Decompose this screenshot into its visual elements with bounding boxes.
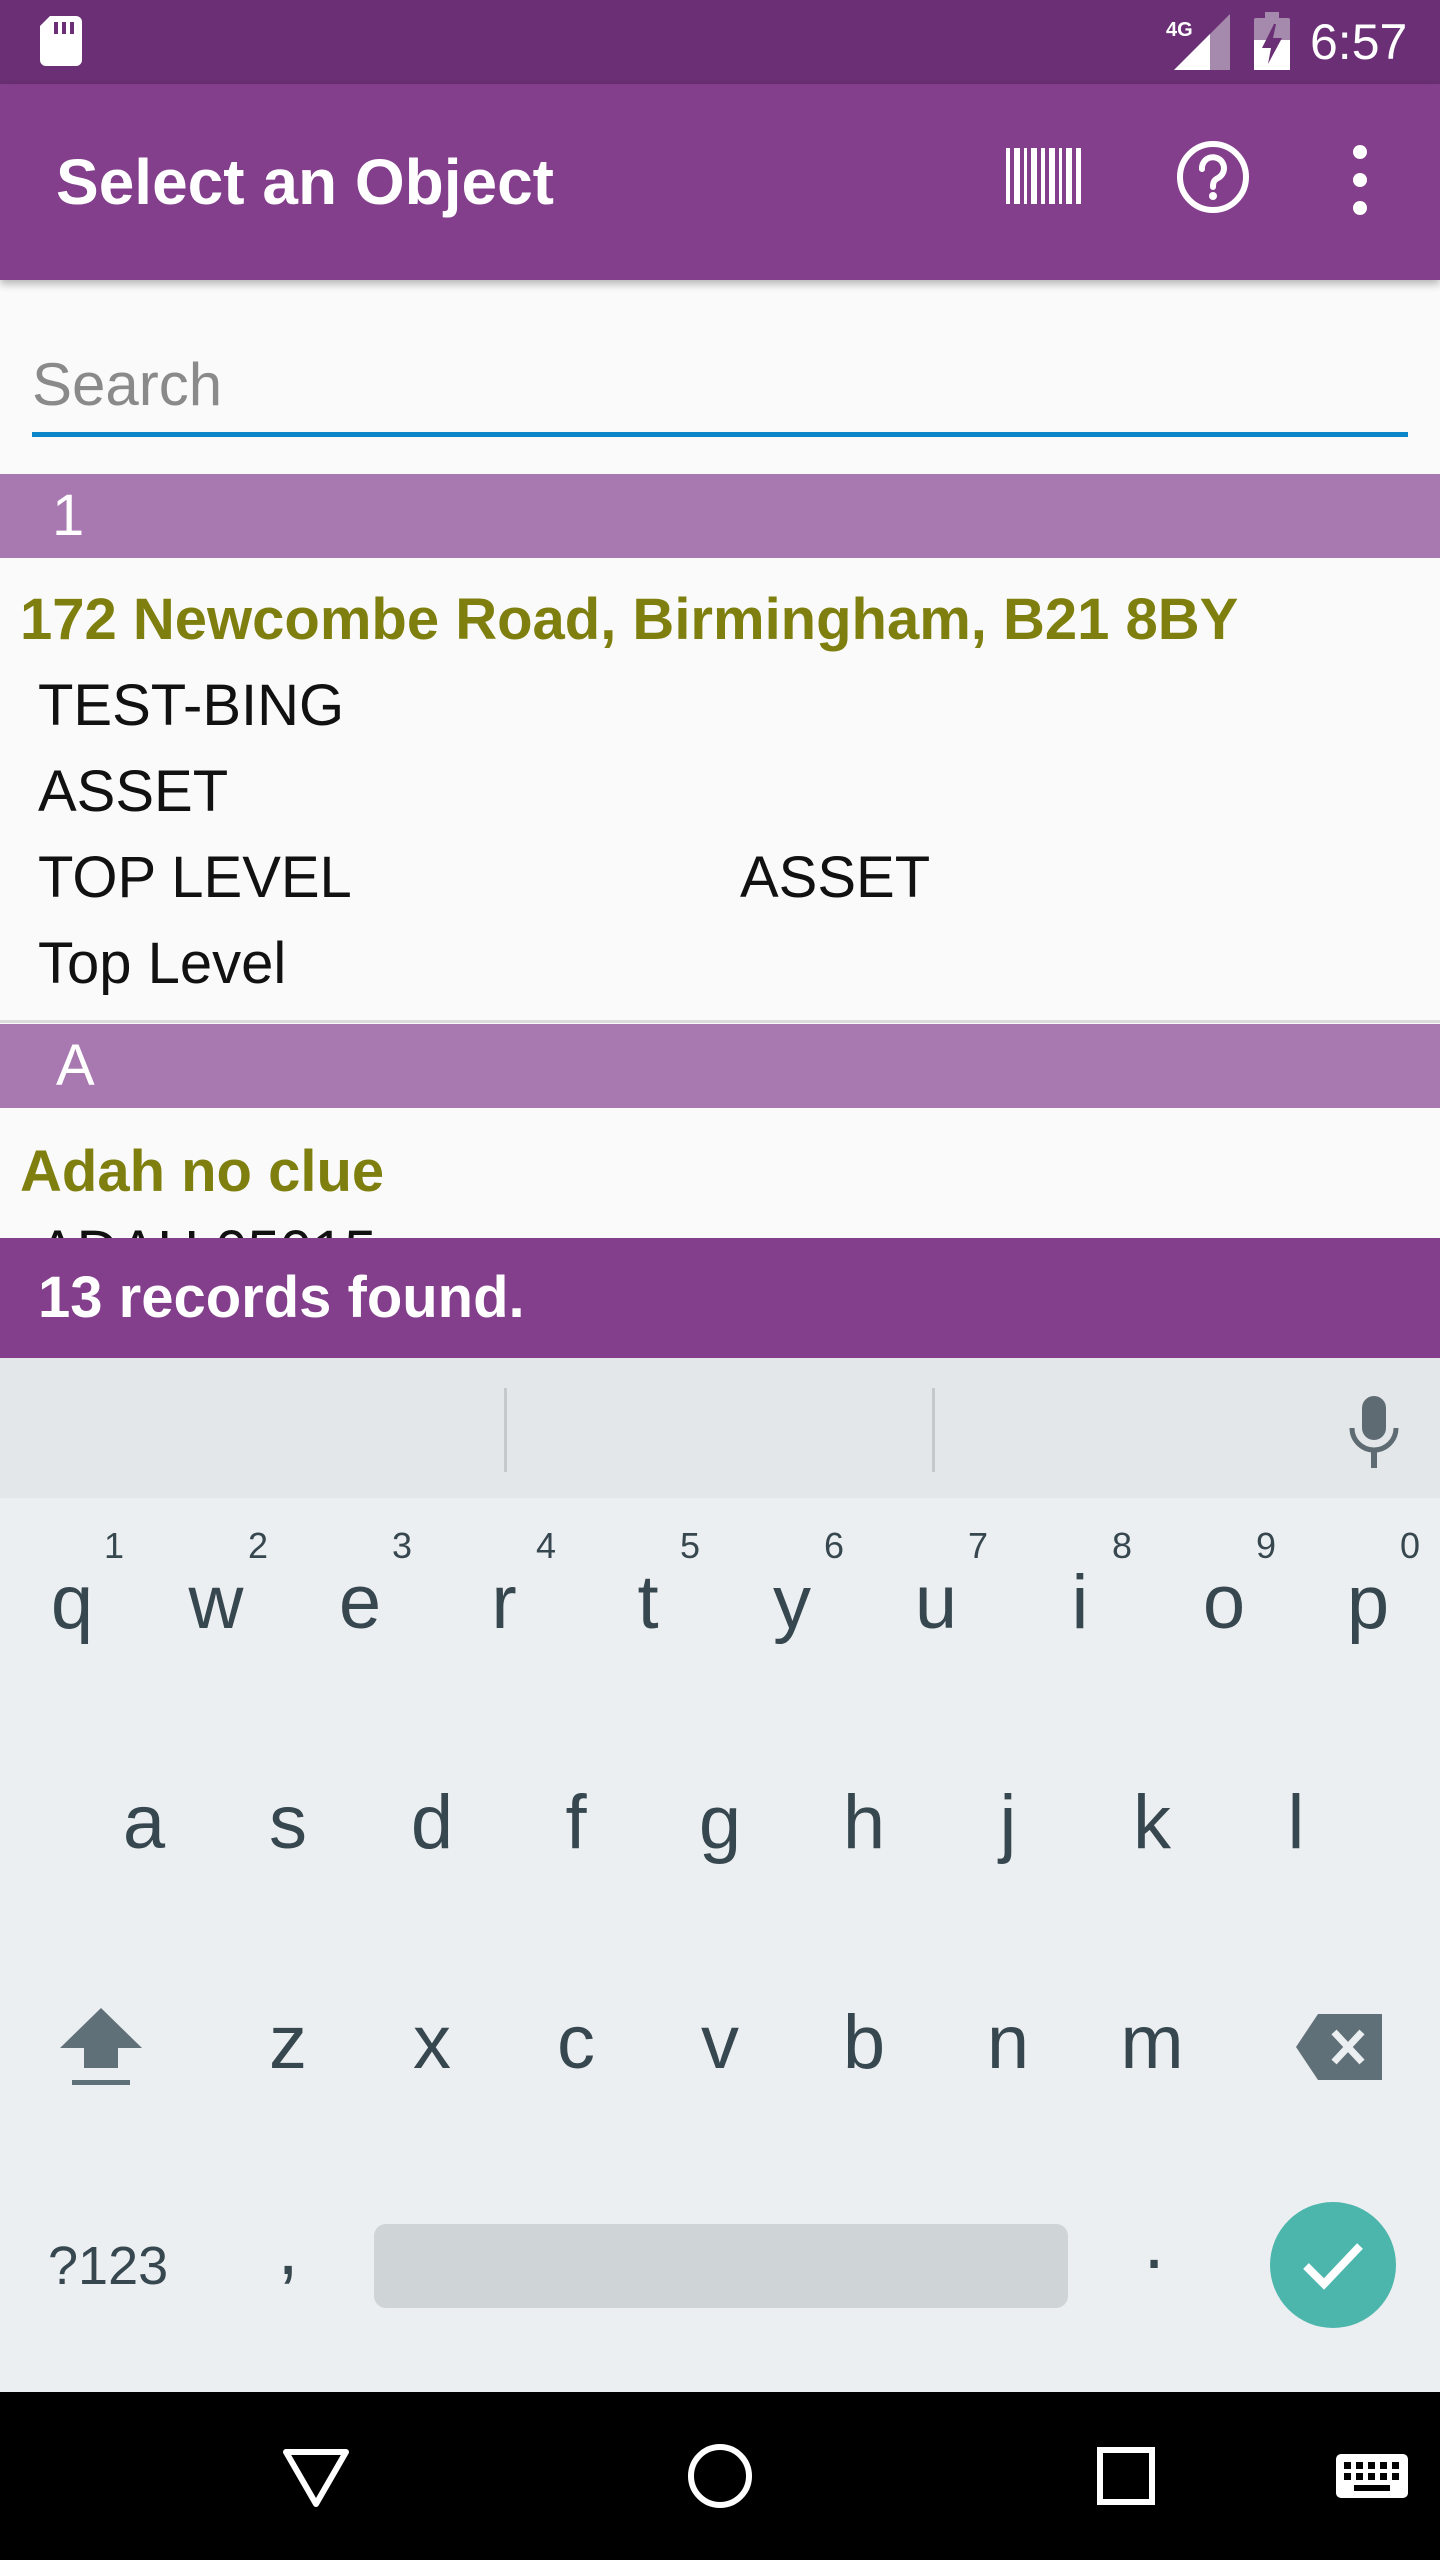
search-input[interactable] [32, 336, 1408, 437]
comma-key[interactable]: , [258, 2204, 318, 2294]
key-m[interactable]: m [1102, 1998, 1202, 2088]
record-level: TOP LEVEL [38, 845, 352, 910]
space-key[interactable] [374, 2224, 1068, 2308]
key-hint: 0 [1400, 1525, 1421, 1566]
back-icon[interactable] [280, 2446, 352, 2510]
key-t[interactable]: t [598, 1558, 698, 1648]
key-o[interactable]: o [1174, 1558, 1274, 1648]
page-title: Select an Object [56, 146, 554, 218]
records-count-bar: 13 records found. [0, 1238, 1440, 1358]
key-hint: 5 [680, 1525, 701, 1566]
key-s[interactable]: s [238, 1778, 338, 1868]
status-bar: 4G 6:57 [0, 0, 1440, 84]
suggestion-strip [0, 1358, 1440, 1498]
key-h[interactable]: h [814, 1778, 914, 1868]
key-j[interactable]: j [958, 1778, 1058, 1868]
key-hint: 8 [1112, 1525, 1133, 1566]
record-level-name: Top Level [38, 931, 287, 996]
key-x[interactable]: x [382, 1998, 482, 2088]
key-w[interactable]: w [166, 1558, 266, 1648]
navigation-bar [0, 2392, 1440, 2560]
key-hint: 1 [104, 1525, 125, 1566]
key-g[interactable]: g [670, 1778, 770, 1868]
key-a[interactable]: a [94, 1778, 194, 1868]
enter-key[interactable] [1270, 2202, 1396, 2328]
records-count: 13 records found. [38, 1265, 525, 1330]
record-title: Adah no clue [20, 1139, 385, 1204]
key-hint: 2 [248, 1525, 269, 1566]
more-vert-icon[interactable] [1330, 138, 1390, 222]
key-f[interactable]: f [526, 1778, 626, 1868]
microphone-icon[interactable] [1346, 1394, 1402, 1470]
record-code: TEST-BING [38, 673, 345, 738]
barcode-icon[interactable] [1004, 144, 1084, 208]
key-v[interactable]: v [670, 1998, 770, 2088]
sd-card-icon [40, 16, 82, 66]
divider [0, 1020, 1440, 1023]
key-hint: 7 [968, 1525, 989, 1566]
key-l[interactable]: l [1246, 1778, 1346, 1868]
suggestion-divider [932, 1388, 935, 1472]
key-y[interactable]: y [742, 1558, 842, 1648]
home-icon[interactable] [686, 2442, 754, 2510]
symbols-key[interactable]: ?123 [48, 2236, 168, 2296]
checkmark-icon [1303, 2243, 1363, 2290]
key-i[interactable]: i [1030, 1558, 1130, 1648]
key-z[interactable]: z [238, 1998, 338, 2088]
key-b[interactable]: b [814, 1998, 914, 2088]
key-hint: 3 [392, 1525, 413, 1566]
record-category: ASSET [740, 845, 931, 910]
cell-signal-icon: 4G [1166, 14, 1230, 70]
backspace-icon[interactable] [1296, 2014, 1382, 2080]
key-u[interactable]: u [886, 1558, 986, 1648]
shift-icon[interactable] [58, 2008, 144, 2086]
clock: 6:57 [1310, 14, 1408, 70]
battery-charging-icon [1254, 12, 1290, 70]
section-header-label: 1 [52, 483, 85, 548]
soft-keyboard: q1w2e3r4t5y6u7i8o9p0 asdfghjkl zxcvbnm ?… [0, 1358, 1440, 2392]
keyboard-icon[interactable] [1336, 2454, 1408, 2504]
key-q[interactable]: q [22, 1558, 122, 1648]
key-c[interactable]: c [526, 1998, 626, 2088]
key-d[interactable]: d [382, 1778, 482, 1868]
recents-icon[interactable] [1096, 2446, 1156, 2506]
key-e[interactable]: e [310, 1558, 410, 1648]
key-n[interactable]: n [958, 1998, 1058, 2088]
key-p[interactable]: p [1318, 1558, 1418, 1648]
key-hint: 6 [824, 1525, 845, 1566]
key-hint: 9 [1256, 1525, 1277, 1566]
app-bar: Select an Object [0, 84, 1440, 280]
record-type: ASSET [38, 759, 229, 824]
key-hint: 4 [536, 1525, 557, 1566]
suggestion-divider [504, 1388, 507, 1472]
record-title: 172 Newcombe Road, Birmingham, B21 8BY [20, 587, 1239, 652]
svg-text:4G: 4G [1166, 19, 1193, 41]
section-header-label: A [56, 1033, 95, 1098]
section-header-a: A [0, 1024, 1440, 1108]
object-list[interactable]: 1 172 Newcombe Road, Birmingham, B21 8BY… [0, 474, 1440, 1238]
record-code: ADAH 05015 [38, 1218, 377, 1238]
key-r[interactable]: r [454, 1558, 554, 1648]
section-header-1: 1 [0, 474, 1440, 558]
period-key[interactable]: . [1124, 2198, 1184, 2288]
key-k[interactable]: k [1102, 1778, 1202, 1868]
help-icon[interactable] [1176, 140, 1250, 214]
